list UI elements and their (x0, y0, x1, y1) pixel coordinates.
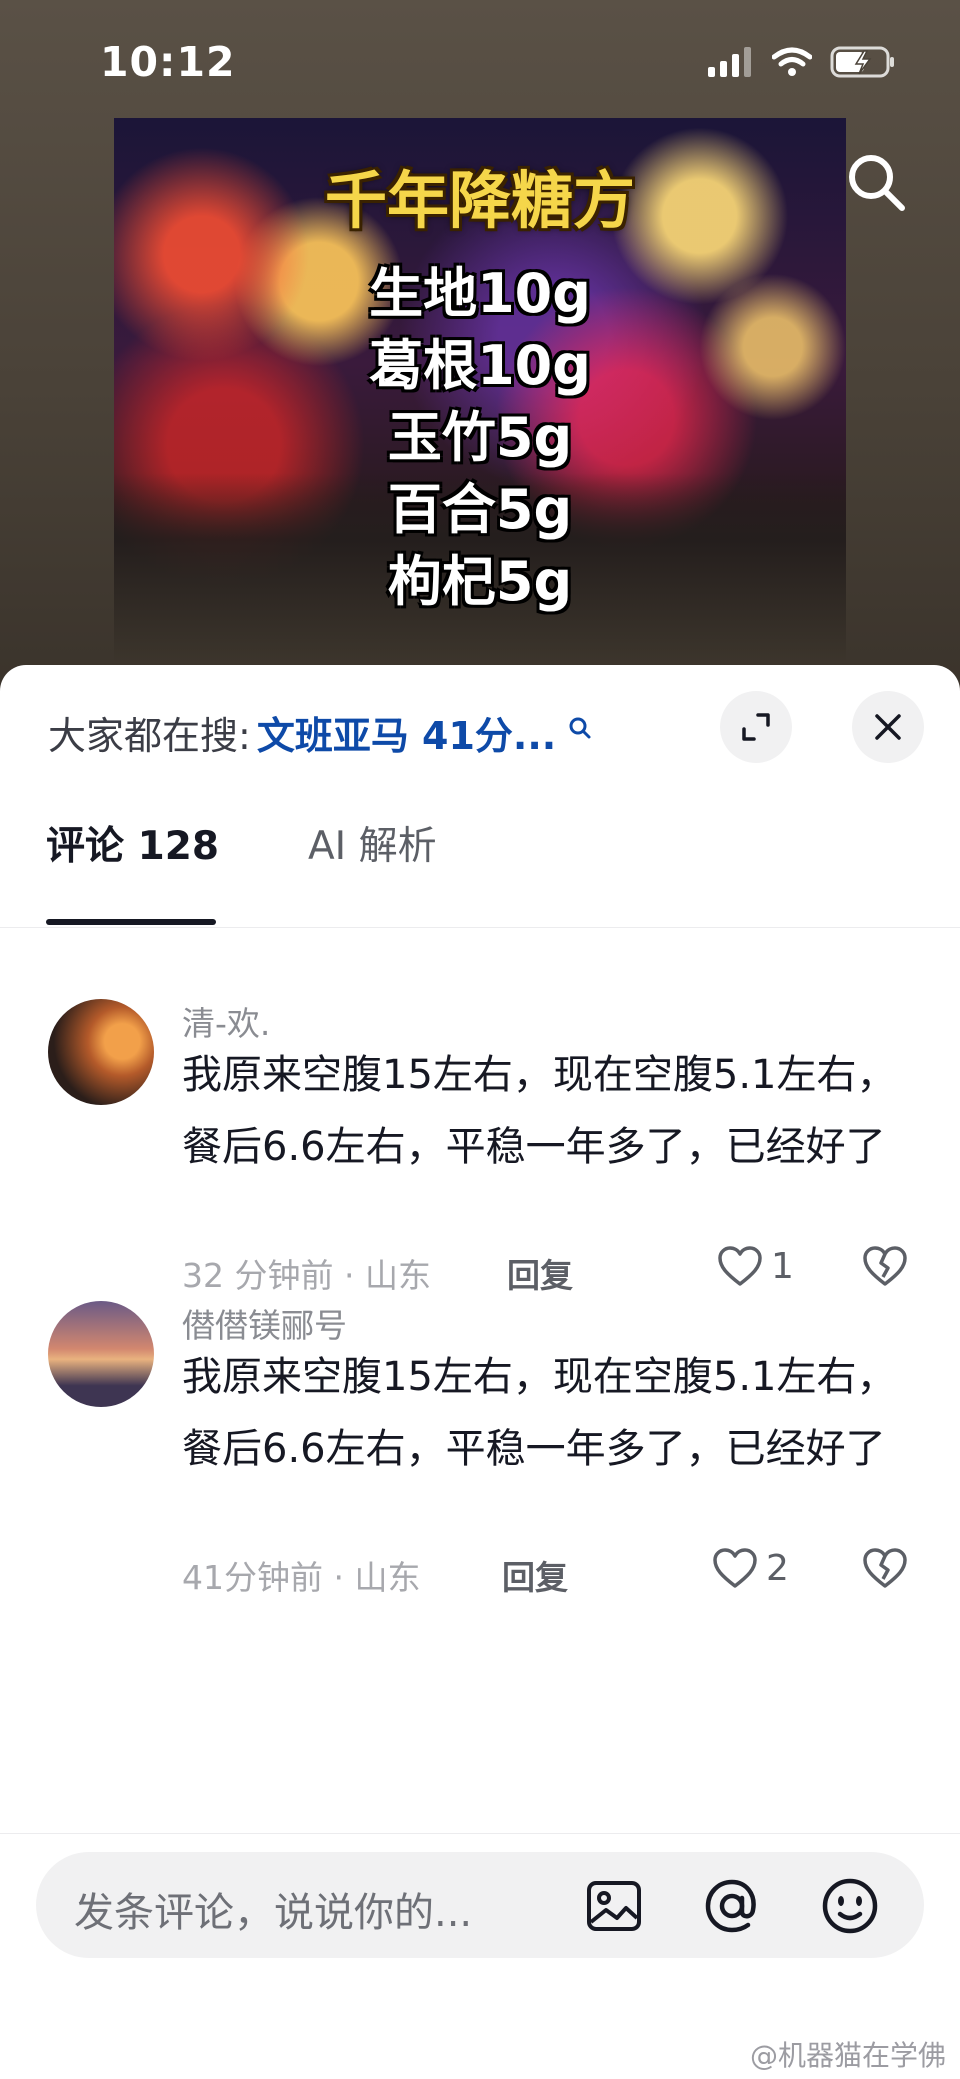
ingredient-line: 玉竹5g (387, 406, 573, 469)
comment-text: 我原来空腹15左右，现在空腹5.1左右，餐后6.6左右，平稳一年多了，已经好了 (182, 1354, 897, 1472)
like-count: 1 (771, 1245, 794, 1287)
close-button[interactable] (852, 691, 924, 763)
ingredient-line: 枸杞5g (387, 550, 573, 613)
partial-comment-meta: 4分钟前 · 浙江 回复 (180, 929, 920, 949)
comment-username[interactable]: 清-欢. (182, 997, 270, 1045)
video-thumbnail[interactable]: 千年降糖方 生地10g 葛根10g 玉竹5g 百合5g 枸杞5g (114, 118, 846, 663)
comment-input-bar[interactable]: 发条评论，说说你的... (36, 1852, 924, 1958)
trending-search-row[interactable]: 大家都在搜: 文班亚马 41分... (48, 705, 592, 760)
tab-ai-analysis[interactable]: AI 解析 (308, 815, 437, 871)
comment-text: 我原来空腹15左右，现在空腹5.1左右，餐后6.6左右，平稳一年多了，已经好了 (182, 1052, 897, 1170)
search-small-icon (569, 717, 591, 738)
watermark: @机器猫在学佛 (749, 2039, 946, 2072)
broken-heart-icon[interactable] (862, 1245, 908, 1287)
wifi-icon (772, 47, 812, 76)
expand-button[interactable] (720, 691, 792, 763)
comment-input-placeholder[interactable]: 发条评论，说说你的... (74, 1880, 472, 1938)
broken-heart-icon[interactable] (862, 1547, 908, 1589)
emoji-icon[interactable] (820, 1876, 880, 1936)
heart-icon (718, 1246, 762, 1286)
like-count: 2 (766, 1547, 789, 1589)
like-button[interactable]: 1 (717, 1245, 794, 1287)
ingredient-line: 生地10g (369, 262, 591, 325)
video-area[interactable]: 10:12 千年降糖方 生地10g 葛根10g 玉竹5g 百合5g 枸杞5g (0, 0, 960, 700)
status-time: 10:12 (100, 38, 236, 86)
comment-meta: 32 分钟前 · 山东 回复 1 (182, 1246, 922, 1299)
status-icons (706, 46, 896, 78)
heart-icon (713, 1548, 757, 1588)
comment-meta: 41分钟前 · 山东 回复 2 (182, 1548, 922, 1601)
divider (0, 927, 960, 928)
reply-button[interactable]: 回复 (502, 1551, 568, 1599)
image-icon[interactable] (584, 1876, 644, 1936)
comment-list[interactable]: 4分钟前 · 浙江 回复 清-欢. 我原来空腹15左右，现在空腹5.1左右，餐后… (0, 929, 960, 1989)
status-bar: 10:12 (0, 0, 960, 120)
tab-bar: 评论 128 AI 解析 (0, 815, 960, 895)
ingredient-line: 百合5g (387, 478, 573, 541)
ingredient-line: 葛根10g (369, 334, 591, 397)
divider (0, 1833, 960, 1834)
tab-comments[interactable]: 评论 128 (46, 815, 219, 871)
like-button[interactable]: 2 (712, 1547, 789, 1589)
active-tab-indicator (46, 919, 216, 925)
trending-query-link[interactable]: 文班亚马 41分... (257, 705, 556, 760)
close-icon (875, 714, 901, 740)
video-overlay-title: 千年降糖方 (324, 164, 635, 237)
battery-charging-icon (830, 46, 894, 78)
search-icon[interactable] (844, 150, 908, 214)
reply-button[interactable]: 回复 (507, 1249, 573, 1297)
avatar[interactable] (48, 1301, 154, 1407)
comment-username[interactable]: 僣僣镁郦号 (182, 1299, 347, 1347)
trending-label: 大家都在搜: (48, 714, 251, 758)
mention-icon[interactable] (702, 1876, 762, 1936)
comment-time-location: 41分钟前 · 山东 (182, 1558, 421, 1597)
signal-icon (708, 47, 751, 77)
comment-time-location: 32 分钟前 · 山东 (182, 1256, 431, 1295)
avatar[interactable] (48, 999, 154, 1105)
expand-icon (742, 713, 770, 741)
video-overlay-ingredients: 生地10g 葛根10g 玉竹5g 百合5g 枸杞5g (114, 258, 846, 618)
